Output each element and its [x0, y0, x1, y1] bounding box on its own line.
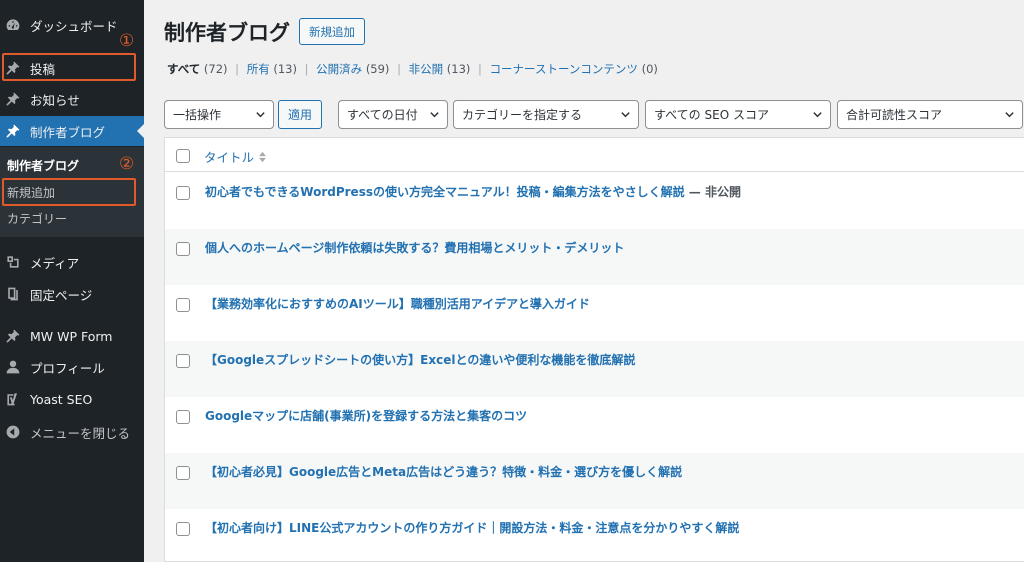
yoast-icon [4, 390, 22, 408]
filter-mine[interactable]: 所有 [247, 62, 270, 76]
menu-item-collapse[interactable]: メニューを閉じる [0, 417, 144, 447]
table-row: 【初心者必見】Google広告とMeta広告はどう違う？特徴・料金・選び方を優し… [165, 453, 1024, 509]
filter-count: (72) [203, 62, 228, 76]
menu-item-pages[interactable]: 固定ページ [0, 279, 144, 309]
page-icon [4, 285, 22, 303]
menu-item-label: プロフィール [30, 360, 105, 376]
admin-sidebar: ダッシュボード 投稿 お知らせ 制作者ブログ 制作者ブログ 新規追加 カテゴリー… [0, 0, 144, 562]
readability-filter-select[interactable]: 合計可読性スコア [837, 100, 1023, 129]
menu-item-label: メディア [30, 255, 80, 271]
menu-item-media[interactable]: メディア [0, 247, 144, 277]
post-title-link[interactable]: 【Googleスプレッドシートの使い方】Excelとの違いや便利な機能を徹底解説 [205, 353, 635, 367]
menu-item-news[interactable]: お知らせ [0, 84, 144, 114]
bulk-action-select[interactable]: 一括操作 [164, 100, 274, 129]
chevron-down-icon [429, 109, 440, 120]
menu-item-mw-wp-form[interactable]: MW WP Form [0, 321, 144, 351]
filter-all[interactable]: すべて [167, 62, 200, 76]
filter-count: (59) [365, 62, 390, 76]
row-checkbox[interactable] [176, 242, 190, 256]
menu-item-label: メニューを閉じる [30, 425, 131, 441]
menu-item-label: MW WP Form [30, 328, 113, 344]
table-header: タイトル [165, 138, 1024, 172]
submenu-item-all[interactable]: 制作者ブログ [7, 157, 79, 174]
row-checkbox[interactable] [176, 522, 190, 536]
pin-icon [4, 327, 22, 345]
collapse-icon [4, 423, 22, 441]
select-all-checkbox[interactable] [176, 149, 190, 163]
row-checkbox[interactable] [176, 298, 190, 312]
separator: | [304, 62, 309, 76]
menu-item-creator-blog[interactable]: 制作者ブログ [0, 116, 144, 146]
main-content: 制作者ブログ 新規追加 すべて (72) | 所有 (13) | 公開済み (5… [144, 0, 1024, 562]
menu-item-profile[interactable]: プロフィール [0, 352, 144, 382]
column-title-header[interactable]: タイトル [204, 147, 267, 166]
annotation-number-1: ① [119, 31, 135, 51]
table-row: Googleマップに店舗(事業所)を登録する方法と集客のコツ [165, 397, 1024, 453]
dashboard-icon [4, 16, 22, 34]
menu-item-label: 制作者ブログ [30, 124, 106, 140]
menu-item-yoast-seo[interactable]: Yoast SEO [0, 384, 144, 414]
post-title-link[interactable]: 【業務効率化におすすめのAIツール】職種別活用アイデアと導入ガイド [205, 297, 590, 311]
pin-icon [4, 122, 22, 140]
column-title-label: タイトル [204, 150, 255, 165]
post-title-link[interactable]: 初心者でもできるWordPressの使い方完全マニュアル！投稿・編集方法をやさし… [205, 185, 685, 199]
apply-button[interactable]: 適用 [278, 100, 323, 129]
chevron-down-icon [620, 109, 631, 120]
seo-score-filter-select[interactable]: すべての SEO スコア [645, 100, 831, 129]
submenu-item-category[interactable]: カテゴリー [7, 210, 67, 227]
table-row: 個人へのホームページ制作依頼は失敗する？費用相場とメリット・デメリット [165, 229, 1024, 285]
annotation-box-posts [2, 53, 136, 81]
menu-item-label: ダッシュボード [30, 18, 118, 34]
status-filter-links: すべて (72) | 所有 (13) | 公開済み (59) | 非公開 (13… [167, 61, 658, 77]
bulk-action-value: 一括操作 [173, 108, 222, 122]
menu-item-label: 固定ページ [30, 287, 93, 303]
annotation-box-add-new [2, 178, 136, 206]
filter-cornerstone[interactable]: コーナーストーンコンテンツ [490, 62, 638, 76]
readability-filter-value: 合計可読性スコア [846, 108, 943, 122]
chevron-down-icon [255, 109, 266, 120]
post-state: — 非公開 [684, 185, 741, 199]
add-new-button[interactable]: 新規追加 [299, 18, 365, 45]
post-title-link[interactable]: 【初心者向け】LINE公式アカウントの作り方ガイド｜開設方法・料金・注意点を分か… [205, 521, 739, 535]
user-icon [4, 358, 22, 376]
chevron-down-icon [812, 109, 823, 120]
post-title-link[interactable]: 個人へのホームページ制作依頼は失敗する？費用相場とメリット・デメリット [205, 241, 624, 255]
date-filter-value: すべての日付 [347, 108, 418, 122]
row-checkbox[interactable] [176, 466, 190, 480]
category-filter-select[interactable]: カテゴリーを指定する [453, 100, 639, 129]
separator: | [478, 62, 482, 76]
table-row: 【Googleスプレッドシートの使い方】Excelとの違いや便利な機能を徹底解説 [165, 341, 1024, 397]
sort-icon [258, 151, 267, 163]
filter-published[interactable]: 公開済み [316, 62, 362, 76]
table-row: 初心者でもできるWordPressの使い方完全マニュアル！投稿・編集方法をやさし… [165, 173, 1024, 229]
row-checkbox[interactable] [176, 410, 190, 424]
annotation-number-2: ② [119, 154, 135, 174]
seo-score-filter-value: すべての SEO スコア [654, 108, 769, 122]
chevron-down-icon [1004, 109, 1015, 120]
separator: | [397, 62, 401, 76]
separator: | [235, 62, 240, 76]
page-title: 制作者ブログ [164, 21, 290, 45]
category-filter-value: カテゴリーを指定する [462, 108, 583, 122]
date-filter-select[interactable]: すべての日付 [338, 100, 448, 129]
menu-item-label: Yoast SEO [30, 391, 93, 407]
media-icon [4, 253, 22, 271]
filter-count: (13) [273, 62, 297, 76]
table-row: 【業務効率化におすすめのAIツール】職種別活用アイデアと導入ガイド [165, 285, 1024, 341]
filter-private[interactable]: 非公開 [409, 62, 444, 76]
post-title-link[interactable]: Googleマップに店舗(事業所)を登録する方法と集客のコツ [205, 409, 527, 423]
row-checkbox[interactable] [176, 354, 190, 368]
table-row: 【初心者向け】LINE公式アカウントの作り方ガイド｜開設方法・料金・注意点を分か… [165, 509, 1024, 562]
post-title-link[interactable]: 【初心者必見】Google広告とMeta広告はどう違う？特徴・料金・選び方を優し… [205, 465, 682, 479]
row-checkbox[interactable] [176, 186, 190, 200]
pin-icon [4, 90, 22, 108]
posts-table: タイトル 初心者でもできるWordPressの使い方完全マニュアル！投稿・編集方… [164, 137, 1024, 562]
filter-count: (13) [446, 62, 471, 76]
filter-count: (0) [641, 62, 658, 76]
menu-item-label: お知らせ [30, 92, 80, 108]
